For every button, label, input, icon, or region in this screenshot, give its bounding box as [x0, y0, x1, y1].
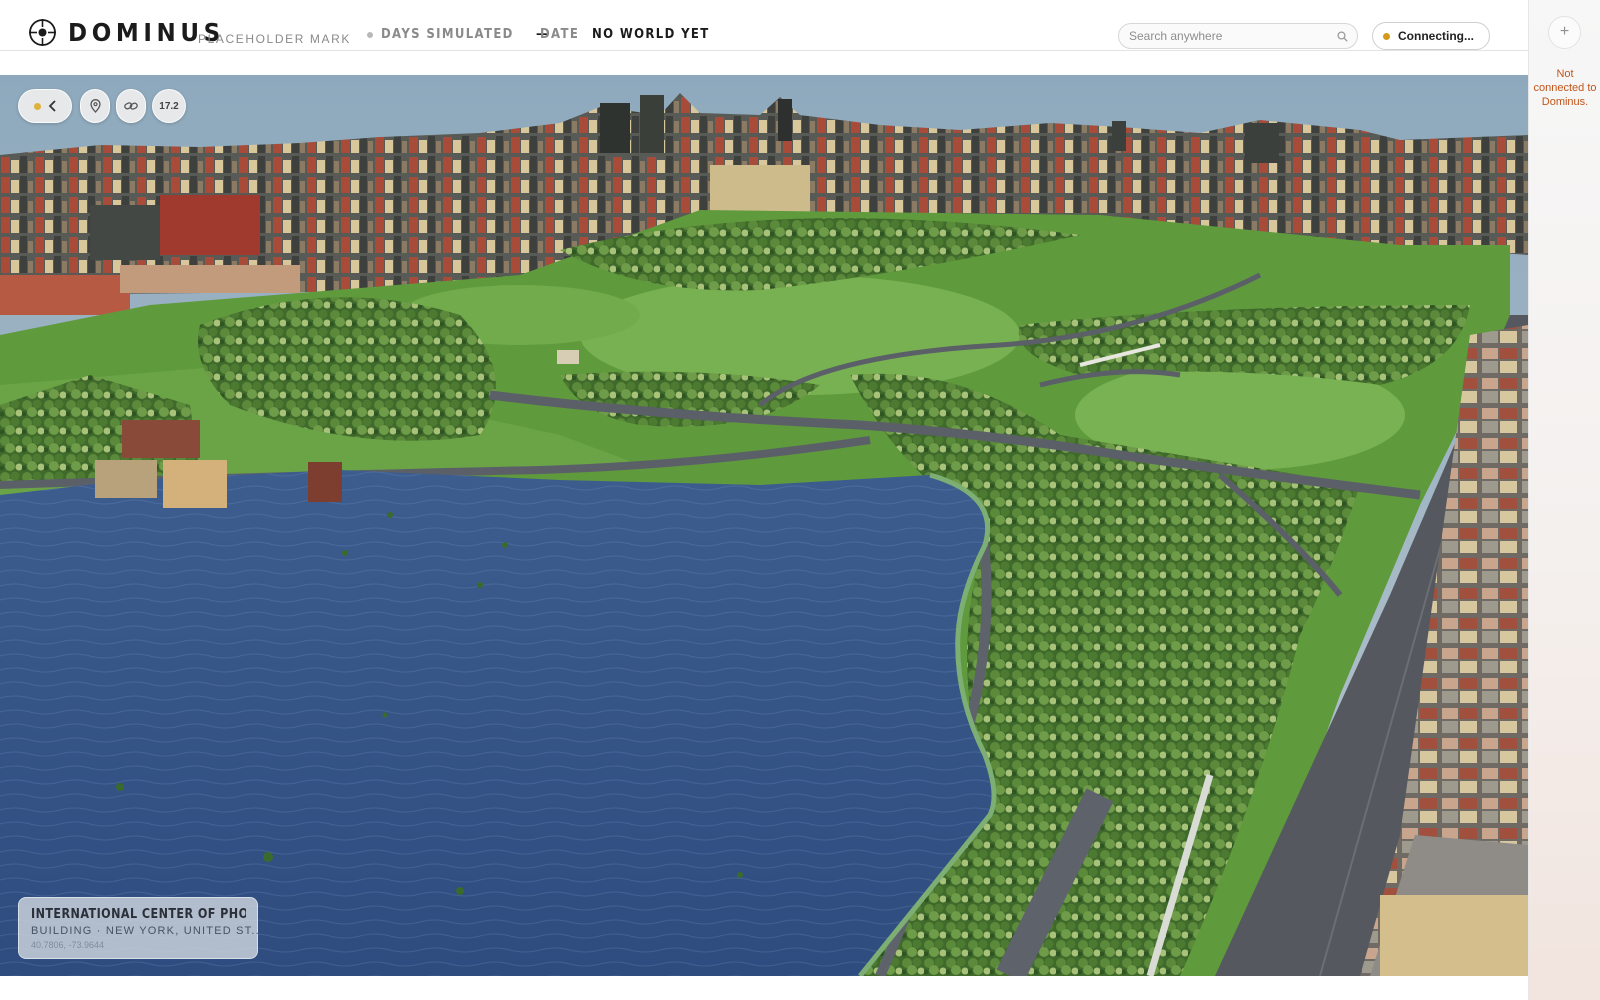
search-input[interactable]	[1129, 27, 1329, 45]
top-bar: DOMINUS PLACEHOLDER MARK DAYS SIMULATED …	[0, 0, 1528, 51]
pin-control[interactable]	[80, 89, 110, 123]
search-icon[interactable]	[1337, 31, 1348, 42]
selection-subtitle: BUILDING · NEW YORK, UNITED ST...	[31, 925, 265, 937]
chevron-left-icon	[48, 100, 56, 112]
link-control[interactable]	[116, 89, 146, 123]
back-control[interactable]	[18, 89, 72, 123]
days-simulated: DAYS SIMULATED —	[367, 27, 551, 42]
connection-label: Connecting...	[1398, 29, 1474, 43]
map-viewport[interactable]: 17.2 INTERNATIONAL CENTER OF PHOTOG... B…	[0, 75, 1528, 976]
add-button[interactable]: +	[1548, 16, 1581, 49]
connection-message: Not connected to Dominus.	[1533, 68, 1597, 108]
zoom-level[interactable]: 17.2	[152, 89, 186, 123]
brand-mark: PLACEHOLDER MARK	[198, 32, 351, 46]
crosshair-logo-icon	[29, 19, 56, 46]
selection-title: INTERNATIONAL CENTER OF PHOTOG...	[31, 907, 246, 922]
link-icon	[124, 102, 138, 110]
selection-card[interactable]: INTERNATIONAL CENTER OF PHOTOG... BUILDI…	[18, 897, 265, 959]
date-value: NO WORLD YET	[591, 27, 710, 42]
connection-status-icon	[1383, 32, 1390, 40]
date-label: DATE	[540, 27, 580, 42]
connection-button[interactable]: Connecting...	[1372, 22, 1490, 50]
status-dot-icon	[367, 31, 373, 38]
date-display: DATE NO WORLD YET	[540, 27, 722, 42]
map-pin-icon	[89, 99, 101, 113]
right-rail: + Not connected to Dominus.	[1528, 0, 1600, 1000]
search-box[interactable]	[1118, 23, 1358, 49]
selection-coordinates: 40.7806, -73.9644	[31, 940, 105, 950]
city-scene[interactable]	[0, 75, 1528, 976]
sun-icon	[33, 102, 41, 110]
days-label: DAYS SIMULATED	[381, 27, 514, 42]
